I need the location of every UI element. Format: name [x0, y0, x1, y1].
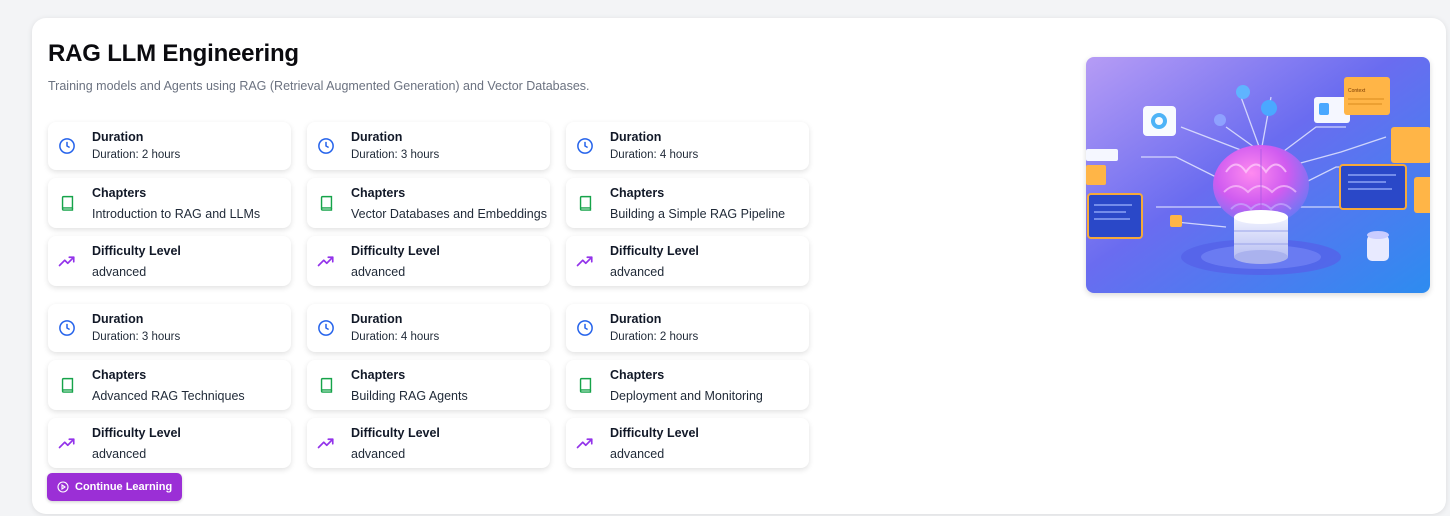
- book-icon: [575, 193, 595, 213]
- chapter-label: Chapters: [351, 186, 406, 200]
- trending-up-icon: [57, 251, 77, 271]
- difficulty-value: advanced: [610, 265, 665, 279]
- duration-card: Duration Duration: 2 hours: [48, 122, 291, 170]
- module-column: Duration Duration: 2 hours Chapters Depl…: [566, 304, 809, 468]
- difficulty-value: advanced: [92, 265, 147, 279]
- duration-label: Duration: [610, 130, 662, 144]
- module-column: Duration Duration: 2 hours Chapters Intr…: [48, 122, 291, 286]
- difficulty-value: advanced: [610, 447, 665, 461]
- chapter-label: Chapters: [610, 368, 665, 382]
- difficulty-card: Difficulty Level advanced: [48, 236, 291, 286]
- difficulty-label: Difficulty Level: [351, 244, 440, 258]
- duration-card: Duration Duration: 4 hours: [307, 304, 550, 352]
- module-column: Duration Duration: 3 hours Chapters Adva…: [48, 304, 291, 468]
- clock-icon: [575, 318, 595, 338]
- chapter-value: Vector Databases and Embeddings: [351, 207, 547, 221]
- duration-value: Duration: 2 hours: [92, 149, 181, 161]
- difficulty-card: Difficulty Level advanced: [307, 236, 550, 286]
- duration-value: Duration: 3 hours: [92, 331, 181, 343]
- play-circle-icon: [57, 481, 69, 493]
- course-subtitle: Training models and Agents using RAG (Re…: [48, 79, 590, 93]
- chapter-value: Building a Simple RAG Pipeline: [610, 207, 786, 221]
- clock-icon: [57, 136, 77, 156]
- module-group-1: Duration Duration: 2 hours Chapters Intr…: [48, 122, 809, 286]
- duration-card: Duration Duration: 3 hours: [307, 122, 550, 170]
- chapter-label: Chapters: [351, 368, 406, 382]
- duration-card: Duration Duration: 4 hours: [566, 122, 809, 170]
- duration-label: Duration: [610, 312, 662, 326]
- clock-icon: [575, 136, 595, 156]
- difficulty-label: Difficulty Level: [610, 426, 699, 440]
- chapter-card: Chapters Building RAG Agents: [307, 360, 550, 410]
- chapter-card: Chapters Deployment and Monitoring: [566, 360, 809, 410]
- book-icon: [316, 375, 336, 395]
- chapter-value: Advanced RAG Techniques: [92, 389, 245, 403]
- chapter-value: Deployment and Monitoring: [610, 389, 763, 403]
- module-column: Duration Duration: 4 hours Chapters Buil…: [307, 304, 550, 468]
- difficulty-card: Difficulty Level advanced: [566, 236, 809, 286]
- clock-icon: [57, 318, 77, 338]
- chapter-label: Chapters: [92, 368, 147, 382]
- trending-up-icon: [57, 433, 77, 453]
- chapter-label: Chapters: [610, 186, 665, 200]
- difficulty-card: Difficulty Level advanced: [307, 418, 550, 468]
- duration-label: Duration: [351, 130, 403, 144]
- clock-icon: [316, 136, 336, 156]
- duration-card: Duration Duration: 3 hours: [48, 304, 291, 352]
- difficulty-card: Difficulty Level advanced: [48, 418, 291, 468]
- difficulty-card: Difficulty Level advanced: [566, 418, 809, 468]
- trending-up-icon: [575, 251, 595, 271]
- course-title: RAG LLM Engineering: [48, 40, 299, 67]
- module-column: Duration Duration: 3 hours Chapters Vect…: [307, 122, 550, 286]
- difficulty-label: Difficulty Level: [351, 426, 440, 440]
- database-pedestal: [1234, 210, 1288, 264]
- book-icon: [57, 375, 77, 395]
- chapter-card: Chapters Building a Simple RAG Pipeline: [566, 178, 809, 228]
- difficulty-value: advanced: [351, 447, 406, 461]
- duration-value: Duration: 2 hours: [610, 331, 699, 343]
- trending-up-icon: [575, 433, 595, 453]
- context-note-label: Context: [1348, 88, 1366, 94]
- chapter-card: Chapters Advanced RAG Techniques: [48, 360, 291, 410]
- book-icon: [575, 375, 595, 395]
- duration-value: Duration: 4 hours: [351, 331, 440, 343]
- difficulty-label: Difficulty Level: [92, 426, 181, 440]
- chapter-card: Chapters Introduction to RAG and LLMs: [48, 178, 291, 228]
- chapter-value: Building RAG Agents: [351, 389, 468, 403]
- duration-value: Duration: 3 hours: [351, 149, 440, 161]
- duration-label: Duration: [351, 312, 403, 326]
- chapter-label: Chapters: [92, 186, 147, 200]
- chapter-value: Introduction to RAG and LLMs: [92, 207, 261, 221]
- module-group-2: Duration Duration: 3 hours Chapters Adva…: [48, 304, 809, 468]
- trending-up-icon: [316, 251, 336, 271]
- chapter-card: Chapters Vector Databases and Embeddings: [307, 178, 550, 228]
- duration-label: Duration: [92, 312, 144, 326]
- course-hero-illustration: Context: [1086, 57, 1430, 293]
- difficulty-label: Difficulty Level: [610, 244, 699, 258]
- duration-value: Duration: 4 hours: [610, 149, 699, 161]
- difficulty-label: Difficulty Level: [92, 244, 181, 258]
- trending-up-icon: [316, 433, 336, 453]
- difficulty-value: advanced: [351, 265, 406, 279]
- difficulty-value: advanced: [92, 447, 147, 461]
- duration-card: Duration Duration: 2 hours: [566, 304, 809, 352]
- continue-learning-button[interactable]: Continue Learning: [47, 473, 183, 501]
- course-card: RAG LLM Engineering Training models and …: [32, 18, 1446, 514]
- book-icon: [57, 193, 77, 213]
- duration-label: Duration: [92, 130, 144, 144]
- continue-learning-label: Continue Learning: [75, 481, 173, 493]
- book-icon: [316, 193, 336, 213]
- clock-icon: [316, 318, 336, 338]
- module-column: Duration Duration: 4 hours Chapters Buil…: [566, 122, 809, 286]
